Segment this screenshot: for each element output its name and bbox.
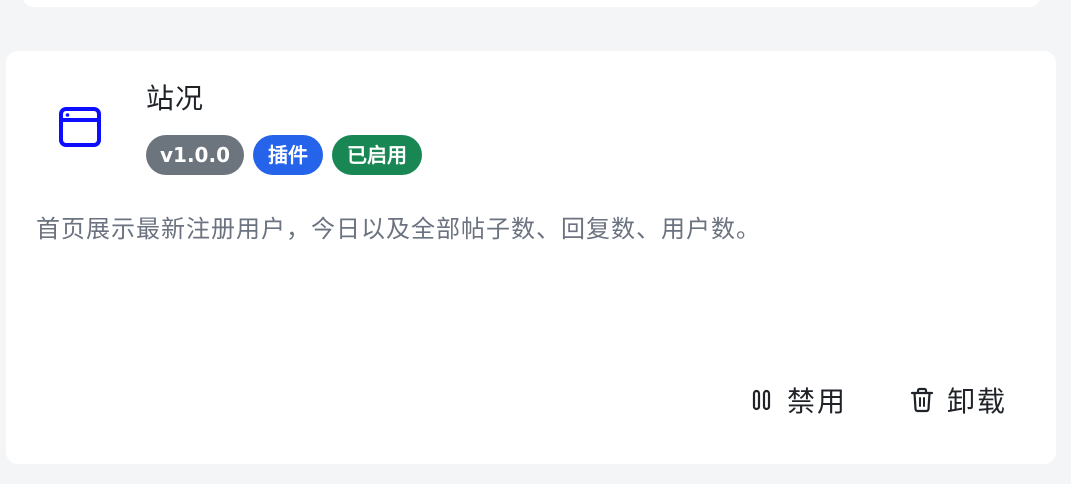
- plugin-title: 站况: [146, 82, 205, 115]
- status-badge: 已启用: [331, 135, 422, 175]
- disable-button[interactable]: 禁用: [749, 380, 847, 420]
- version-badge: v1.0.0: [146, 135, 244, 175]
- previous-card: [22, 0, 1041, 7]
- uninstall-label: 卸载: [946, 385, 1007, 418]
- disable-label: 禁用: [786, 385, 847, 418]
- uninstall-button[interactable]: 卸载: [909, 380, 1007, 420]
- type-badge: 插件: [252, 135, 323, 175]
- plugin-description: 首页展示最新注册用户，今日以及全部帖子数、回复数、用户数。: [36, 215, 761, 243]
- pause-icon: [749, 387, 775, 413]
- plugin-badges: v1.0.0 插件 已启用: [146, 135, 422, 175]
- plugin-actions: 禁用 卸载: [749, 380, 1007, 420]
- browser-window-icon: [52, 99, 108, 155]
- trash-icon: [909, 387, 935, 413]
